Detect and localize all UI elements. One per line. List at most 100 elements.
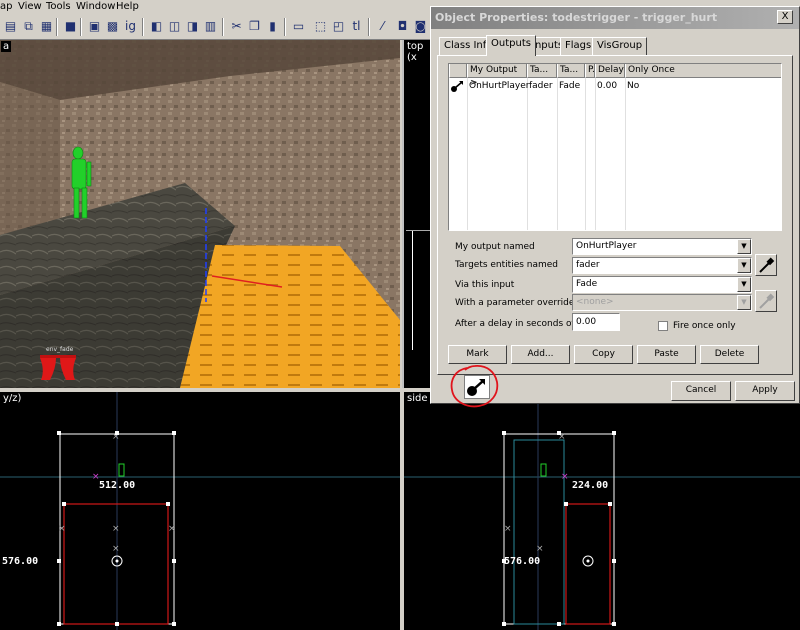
svg-text:×: ×	[561, 472, 569, 482]
chevron-down-icon[interactable]: ▼	[737, 258, 751, 273]
svg-text:×: ×	[504, 524, 512, 534]
frame-icon[interactable]: ⬚	[312, 18, 329, 35]
toolbar-separator	[56, 18, 58, 36]
row-only-once: No	[627, 81, 640, 91]
column-header-output[interactable]: My Output >	[467, 64, 527, 88]
column-divider	[595, 78, 596, 230]
row-target: fader	[529, 81, 553, 91]
add-button[interactable]: Add...	[511, 345, 570, 364]
target-entities-combo[interactable]: fader ▼	[572, 257, 752, 274]
eyedropper-icon	[759, 257, 775, 273]
toolbar: ▤ ⧉ ▦ ■ ▣ ▩ ig ◧ ◫ ◨ ▥ ✂ ❐ ▮ ▭ ⬚ ◰ tl ⁄ …	[0, 14, 430, 40]
side-width-readout: 224.00	[572, 480, 609, 491]
top-viewport-label: top (x	[407, 41, 424, 63]
front-viewport[interactable]: y/z) × × × × × × 512.00 576.00	[0, 392, 400, 630]
delay-label: After a delay in seconds of	[455, 319, 575, 329]
compile-icon[interactable]: ⁄	[374, 18, 391, 35]
carve-icon[interactable]: ◧	[148, 18, 165, 35]
column-header-parameter[interactable]: P.	[585, 64, 595, 78]
close-button[interactable]: X	[777, 10, 793, 24]
copy-icon[interactable]: ⧉	[20, 18, 37, 35]
front-width-readout: 512.00	[99, 480, 136, 491]
column-divider	[467, 78, 468, 230]
parameter-override-label: With a parameter override of	[455, 298, 586, 308]
parameter-override-value: <none>	[576, 297, 614, 307]
target-entities-label: Targets entities named	[455, 260, 559, 270]
delay-input[interactable]: 0.00	[572, 313, 620, 331]
tab-visgroup[interactable]: VisGroup	[592, 37, 648, 55]
column-divider	[585, 78, 586, 230]
group-icon[interactable]: ■	[62, 18, 79, 35]
parameter-override-combo: <none> ▼	[572, 294, 752, 311]
column-divider	[625, 78, 626, 230]
run-map-alt-icon[interactable]: ◙	[412, 18, 429, 35]
column-header-input[interactable]: Ta...	[557, 64, 585, 78]
table-row[interactable]: OnHurtPlayer fader Fade 0.00 No	[449, 79, 781, 93]
output-named-combo[interactable]: OnHurtPlayer ▼	[572, 238, 752, 255]
toolbar-separator	[368, 18, 370, 36]
via-input-combo[interactable]: Fade ▼	[572, 276, 752, 293]
eyedropper-disabled-button	[755, 290, 777, 312]
column-divider	[527, 78, 528, 230]
cancel-button[interactable]: Cancel	[671, 381, 731, 401]
via-input-value: Fade	[576, 279, 598, 289]
dialog-title: Object Properties: todestrigger - trigge…	[435, 11, 718, 24]
dialog-titlebar[interactable]: Object Properties: todestrigger - trigge…	[431, 7, 799, 29]
delete-button[interactable]: Delete	[700, 345, 759, 364]
tab-flags[interactable]: Flags	[560, 37, 597, 55]
to-world-icon[interactable]: ▭	[290, 18, 307, 35]
menu-tools[interactable]: Tools	[46, 1, 71, 12]
fire-once-checkbox[interactable]	[658, 321, 668, 331]
camera-viewport[interactable]: a env_fade	[0, 40, 400, 388]
texture-lock-icon[interactable]: ▩	[104, 18, 121, 35]
top-viewport-line	[412, 230, 413, 350]
column-header-icon	[449, 64, 467, 78]
cut-icon[interactable]: ✂	[228, 18, 245, 35]
outputs-list[interactable]: My Output > Ta... Ta... P. Delay Only On…	[448, 63, 782, 231]
front-viewport-geometry: × × × × × ×	[0, 392, 400, 630]
row-output: OnHurtPlayer	[469, 81, 530, 91]
side-height-readout: 576.00	[504, 556, 541, 567]
chevron-down-icon[interactable]: ▼	[737, 239, 751, 254]
toolbar-separator	[284, 18, 286, 36]
copy-button[interactable]: Copy	[574, 345, 633, 364]
paste-icon[interactable]: ▦	[38, 18, 55, 35]
chevron-down-icon[interactable]: ▼	[737, 277, 751, 292]
eyedropper-icon	[759, 293, 775, 309]
tie-icon[interactable]: ◰	[330, 18, 347, 35]
menu-help[interactable]: Help	[116, 1, 139, 12]
duplicate-icon[interactable]: ❐	[246, 18, 263, 35]
menu-map[interactable]: ap	[0, 1, 12, 12]
toolbar-separator	[222, 18, 224, 36]
hollow-icon[interactable]: ◨	[184, 18, 201, 35]
chevron-down-icon: ▼	[737, 295, 751, 310]
side-viewport[interactable]: side ( × × × × 224.00 576.00	[404, 392, 800, 630]
svg-text:×: ×	[168, 524, 176, 534]
toolbar-separator	[142, 18, 144, 36]
menu-view[interactable]: View	[18, 1, 42, 12]
row-input: Fade	[559, 81, 581, 91]
ignore-group-icon[interactable]: ig	[122, 18, 139, 35]
tab-outputs[interactable]: Outputs	[486, 35, 536, 56]
column-header-only-once[interactable]: Only Once	[625, 64, 781, 78]
texture-icon[interactable]: ▣	[86, 18, 103, 35]
entity-icon[interactable]: ▮	[264, 18, 281, 35]
run-map-icon[interactable]: ◘	[394, 18, 411, 35]
top-viewport[interactable]: top (x	[402, 40, 432, 388]
column-divider	[557, 78, 558, 230]
paste-button[interactable]: Paste	[637, 345, 696, 364]
top-viewport-line	[406, 230, 432, 231]
svg-text:×: ×	[112, 544, 120, 554]
text-tool-icon[interactable]: tl	[348, 18, 365, 35]
eyedropper-button[interactable]	[755, 254, 777, 276]
clipboard-icon[interactable]: ▥	[202, 18, 219, 35]
column-header-delay[interactable]: Delay	[595, 64, 625, 78]
cube-icon[interactable]: ◫	[166, 18, 183, 35]
camera-viewport-label: a	[1, 41, 12, 52]
row-delay: 0.00	[597, 81, 618, 91]
column-header-target[interactable]: Ta...	[527, 64, 557, 78]
open-icon[interactable]: ▤	[2, 18, 19, 35]
apply-button[interactable]: Apply	[735, 381, 795, 401]
menu-window[interactable]: Window	[76, 1, 115, 12]
svg-text:×: ×	[58, 524, 66, 534]
